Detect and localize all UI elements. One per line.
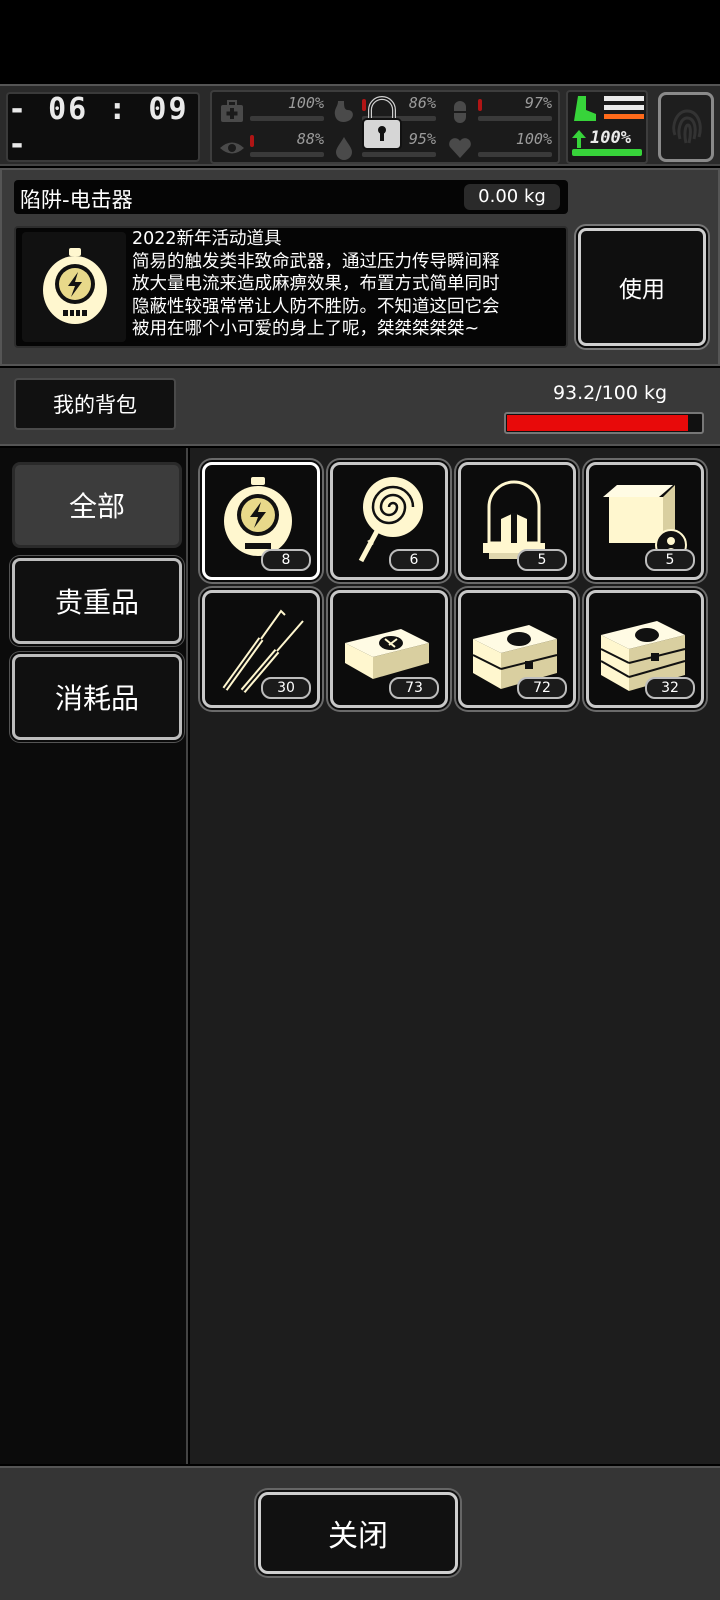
backpack-tab[interactable]: 我的背包 — [14, 378, 176, 430]
game-clock: - 06 : 09 - — [6, 92, 200, 162]
inventory-grid: 8 6 5 5 30 73 72 32 — [190, 448, 720, 1464]
item-detail-panel: 陷阱-电击器 0.00 kg 2022新年活动道具 简易的触发类非致命武器，通过… — [0, 168, 720, 366]
category-consumables[interactable]: 消耗品 — [12, 654, 182, 740]
medkit-icon — [221, 100, 243, 122]
category-valuables[interactable]: 贵重品 — [12, 558, 182, 644]
inventory-slot-lockpick[interactable]: 30 — [202, 590, 320, 708]
inventory-slot-shock-trap[interactable]: 8 — [202, 462, 320, 580]
item-count: 8 — [261, 549, 311, 571]
vital-value: 95% — [408, 130, 436, 148]
vital-value: 97% — [524, 94, 552, 112]
item-title-bar: 陷阱-电击器 0.00 kg — [14, 180, 568, 214]
item-weight: 0.00 kg — [464, 184, 560, 210]
item-count: 5 — [517, 549, 567, 571]
item-count: 30 — [261, 677, 311, 699]
use-button[interactable]: 使用 — [578, 228, 706, 346]
vital-heart: 100% — [444, 130, 556, 164]
boot-icon — [574, 96, 596, 121]
inventory-slot-supply-stack[interactable]: 32 — [586, 590, 704, 708]
shock-trap-icon — [43, 248, 107, 324]
category-all[interactable]: 全部 — [12, 462, 182, 548]
stamina-bar — [572, 149, 642, 156]
close-button[interactable]: 关闭 — [258, 1492, 458, 1574]
item-description: 2022新年活动道具 简易的触发类非致命武器，通过压力传导瞬间释 放大量电流来造… — [132, 229, 500, 339]
vital-vision: 88% — [216, 130, 328, 164]
water-drop-icon — [336, 137, 352, 160]
item-count: 5 — [645, 549, 695, 571]
arrow-up-icon — [572, 130, 586, 148]
inventory-slot-alarm-beacon[interactable]: 5 — [458, 462, 576, 580]
item-count: 72 — [517, 677, 567, 699]
item-name: 陷阱-电击器 — [20, 188, 133, 212]
pill-icon — [454, 101, 466, 123]
item-thumbnail — [22, 232, 126, 342]
stomach-icon — [334, 101, 353, 123]
vital-value: 100% — [287, 94, 324, 112]
inventory-slot-locked-crate[interactable]: 5 — [586, 462, 704, 580]
eye-icon — [220, 142, 244, 154]
fingerprint-icon — [672, 109, 702, 144]
vital-health: 100% — [216, 94, 328, 128]
item-description-box: 2022新年活动道具 简易的触发类非致命武器，通过压力传导瞬间释 放大量电流来造… — [14, 226, 568, 348]
item-count: 6 — [389, 549, 439, 571]
vital-value: 88% — [296, 130, 324, 148]
inventory-slot-lollipop[interactable]: 6 — [330, 462, 448, 580]
stamina-panel: 100% — [566, 90, 648, 164]
backpack-weight: 93.2/100 kg — [552, 382, 668, 404]
item-count: 73 — [389, 677, 439, 699]
vital-value: 86% — [408, 94, 436, 112]
vital-value: 100% — [515, 130, 552, 148]
vital-energy: 97% — [444, 94, 556, 128]
heart-icon — [449, 138, 471, 158]
stamina-value: 100% — [590, 128, 631, 148]
inventory-slot-supply-case[interactable]: 72 — [458, 590, 576, 708]
category-sidebar: 全部 贵重品 消耗品 — [0, 448, 188, 1464]
backpack-capacity-fill — [507, 415, 688, 431]
backpack-capacity-bar — [504, 412, 704, 434]
bottom-bar: 关闭 — [0, 1466, 720, 1600]
inventory-slot-supply-box[interactable]: 73 — [330, 590, 448, 708]
map-button[interactable] — [658, 92, 714, 162]
backpack-bar: 我的背包 93.2/100 kg — [0, 368, 720, 446]
lock-icon[interactable] — [360, 94, 404, 152]
item-count: 32 — [645, 677, 695, 699]
